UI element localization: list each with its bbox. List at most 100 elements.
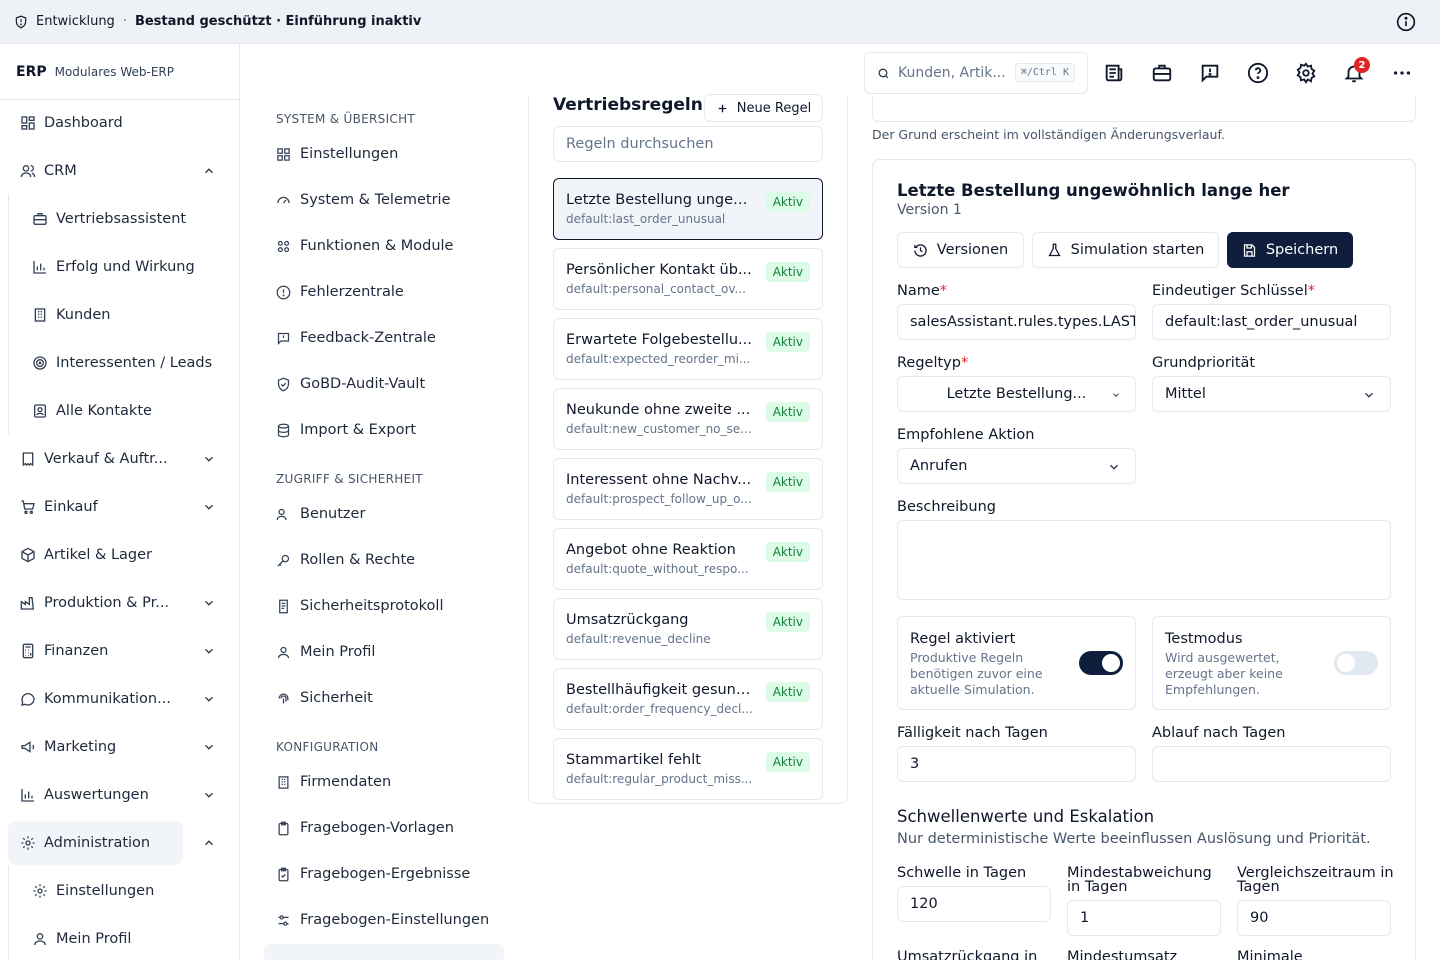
sidebar-item-marketing[interactable]: Marketing	[8, 725, 230, 769]
chevron-down-icon	[204, 696, 214, 702]
feedback-icon[interactable]	[1199, 62, 1221, 84]
help-icon[interactable]	[1247, 62, 1269, 84]
settings-item-mein-profil[interactable]: Mein Profil	[264, 632, 504, 672]
rule-card[interactable]: Letzte Bestellung ungew... default:last_…	[553, 178, 823, 240]
more-icon[interactable]	[1391, 62, 1413, 84]
due-input[interactable]: 3	[897, 746, 1136, 782]
sidebar-item-auswertungen[interactable]: Auswertungen	[8, 773, 230, 817]
gear-icon[interactable]	[1295, 62, 1317, 84]
sidebar-item-kunden[interactable]: Kunden	[20, 293, 220, 337]
rule-card[interactable]: Erwartete Folgebestellu... default:expec…	[553, 318, 823, 380]
gear-icon	[21, 836, 35, 850]
versions-label: Versionen	[936, 242, 1009, 258]
settings-item-fragebogen-ergebnisse[interactable]: Fragebogen-Ergebnisse	[264, 854, 504, 894]
rule-name: Bestellhäufigkeit gesunk...	[566, 682, 754, 698]
sidebar-item-verkauf[interactable]: Verkauf & Auftr...	[8, 437, 230, 481]
settings-item-firmendaten[interactable]: Firmendaten	[264, 762, 504, 802]
settings-item-benutzer[interactable]: Benutzer	[264, 494, 504, 534]
sidebar-item-einkauf[interactable]: Einkauf	[8, 485, 230, 529]
name-input[interactable]: salesAssistant.rules.types.LAST_ORDER_UN…	[897, 304, 1136, 340]
sidebar-item-label: Erfolg und Wirkung	[56, 259, 195, 275]
settings-item-label: Import & Export	[300, 422, 417, 438]
rule-key: default:new_customer_no_se...	[566, 422, 752, 436]
type-select[interactable]: Letzte Bestellung...	[897, 376, 1136, 412]
sidebar-item-administration[interactable]: Administration	[8, 821, 214, 865]
threshold-days-label: Schwelle in Tagen	[897, 865, 1027, 881]
sidebar-item-artikel[interactable]: Artikel & Lager	[8, 533, 230, 577]
threshold-days-input[interactable]: 120	[897, 886, 1051, 922]
message-circle-icon	[21, 693, 35, 706]
sidebar-item-vertriebsassistent[interactable]: Vertriebsassistent	[20, 197, 220, 241]
status-badge: Aktiv	[765, 752, 810, 772]
gear-icon	[33, 884, 47, 898]
sidebar-item-crm[interactable]: CRM	[8, 149, 230, 193]
rule-card[interactable]: Stammartikel fehlt default:regular_produ…	[553, 738, 823, 800]
priority-select[interactable]: Mittel	[1152, 376, 1391, 412]
versions-button[interactable]: Versionen	[897, 232, 1024, 268]
action-select[interactable]: Anrufen	[897, 448, 1136, 484]
settings-item-funktionen[interactable]: Funktionen & Module	[264, 226, 504, 266]
settings-item-sicherheit[interactable]: Sicherheit	[264, 678, 504, 718]
sidebar-item-erfolg[interactable]: Erfolg und Wirkung	[20, 245, 220, 289]
rule-enabled-toggle[interactable]	[1079, 651, 1123, 675]
sidebar-item-mein-profil[interactable]: Mein Profil	[20, 917, 220, 960]
chevron-down-icon	[1109, 464, 1119, 470]
sidebar-item-kontakte[interactable]: Alle Kontakte	[20, 389, 220, 433]
sidebar-item-dashboard[interactable]: Dashboard	[8, 101, 230, 145]
change-reason-field[interactable]	[872, 96, 1416, 122]
rules-search-input[interactable]: Regeln durchsuchen	[553, 126, 823, 162]
simulation-button[interactable]: Simulation starten	[1032, 232, 1219, 268]
save-button[interactable]: Speichern	[1227, 232, 1353, 268]
sidebar-item-leads[interactable]: Interessenten / Leads	[20, 341, 220, 385]
sidebar-item-finanzen[interactable]: Finanzen	[8, 629, 230, 673]
rule-card[interactable]: Angebot ohne Reaktion default:quote_with…	[553, 528, 823, 590]
settings-item-gobd[interactable]: GoBD-Audit-Vault	[264, 364, 504, 404]
settings-item-feedback[interactable]: Feedback-Zentrale	[264, 318, 504, 358]
settings-item-rollen[interactable]: Rollen & Rechte	[264, 540, 504, 580]
new-rule-button[interactable]: Neue Regel	[704, 94, 823, 122]
expiry-input[interactable]	[1152, 746, 1391, 782]
status-badge: Aktiv	[765, 402, 810, 422]
search-shortcut: ⌘/Ctrl K	[1014, 63, 1075, 82]
key-input[interactable]: default:last_order_unusual	[1152, 304, 1391, 340]
settings-item-telemetrie[interactable]: System & Telemetrie	[264, 180, 504, 220]
rules-search-placeholder: Regeln durchsuchen	[566, 136, 714, 152]
rule-card[interactable]: Persönlicher Kontakt üb... default:perso…	[553, 248, 823, 310]
feedback-icon	[277, 332, 290, 345]
chevron-down-icon	[204, 648, 214, 654]
sidebar-item-produktion[interactable]: Produktion & Pr...	[8, 581, 230, 625]
newspaper-icon[interactable]	[1103, 62, 1125, 84]
description-textarea[interactable]	[897, 520, 1391, 600]
compare-period-input[interactable]: 90	[1237, 900, 1391, 936]
sidebar-item-label: Einkauf	[44, 499, 98, 515]
settings-item-fehler[interactable]: Fehlerzentrale	[264, 272, 504, 312]
min-deviation-input[interactable]: 1	[1067, 900, 1221, 936]
save-icon	[1243, 243, 1255, 257]
rule-card[interactable]: Neukunde ohne zweite ... default:new_cus…	[553, 388, 823, 450]
rule-detail-title: Letzte Bestellung ungewöhnlich lange her	[897, 181, 1290, 200]
settings-item-einstellungen[interactable]: Einstellungen	[264, 134, 504, 174]
rule-enabled-title: Regel aktiviert	[910, 631, 1016, 647]
global-search[interactable]: Kunden, Artik... ⌘/Ctrl K	[864, 52, 1088, 94]
settings-item-import[interactable]: Import & Export	[264, 410, 504, 450]
rule-card[interactable]: Interessent ohne Nachv... default:prospe…	[553, 458, 823, 520]
rule-name: Letzte Bestellung ungew...	[566, 192, 754, 208]
simulation-label: Simulation starten	[1070, 242, 1205, 258]
settings-item-fragebogen-vorlagen[interactable]: Fragebogen-Vorlagen	[264, 808, 504, 848]
settings-item-fragebogen-einstellungen[interactable]: Fragebogen-Einstellungen	[264, 900, 504, 940]
info-icon[interactable]	[1396, 12, 1416, 32]
receipt-icon	[22, 452, 34, 467]
rule-card[interactable]: Bestellhäufigkeit gesunk... default:orde…	[553, 668, 823, 730]
settings-item-highlight[interactable]	[264, 944, 504, 960]
sidebar-item-label: Dashboard	[44, 115, 123, 131]
rule-key: default:expected_reorder_mi...	[566, 352, 751, 366]
rule-card[interactable]: Umsatzrückgang default:revenue_decline A…	[553, 598, 823, 660]
sidebar-item-einstellungen[interactable]: Einstellungen	[20, 869, 220, 913]
briefcase-icon[interactable]	[1151, 62, 1173, 84]
test-mode-toggle[interactable]	[1334, 651, 1378, 675]
briefcase-icon	[33, 213, 47, 225]
settings-item-protokoll[interactable]: Sicherheitsprotokoll	[264, 586, 504, 626]
type-label: Regeltyp*	[897, 355, 969, 371]
users-icon	[20, 165, 36, 178]
sidebar-item-kommunikation[interactable]: Kommunikation...	[8, 677, 230, 721]
